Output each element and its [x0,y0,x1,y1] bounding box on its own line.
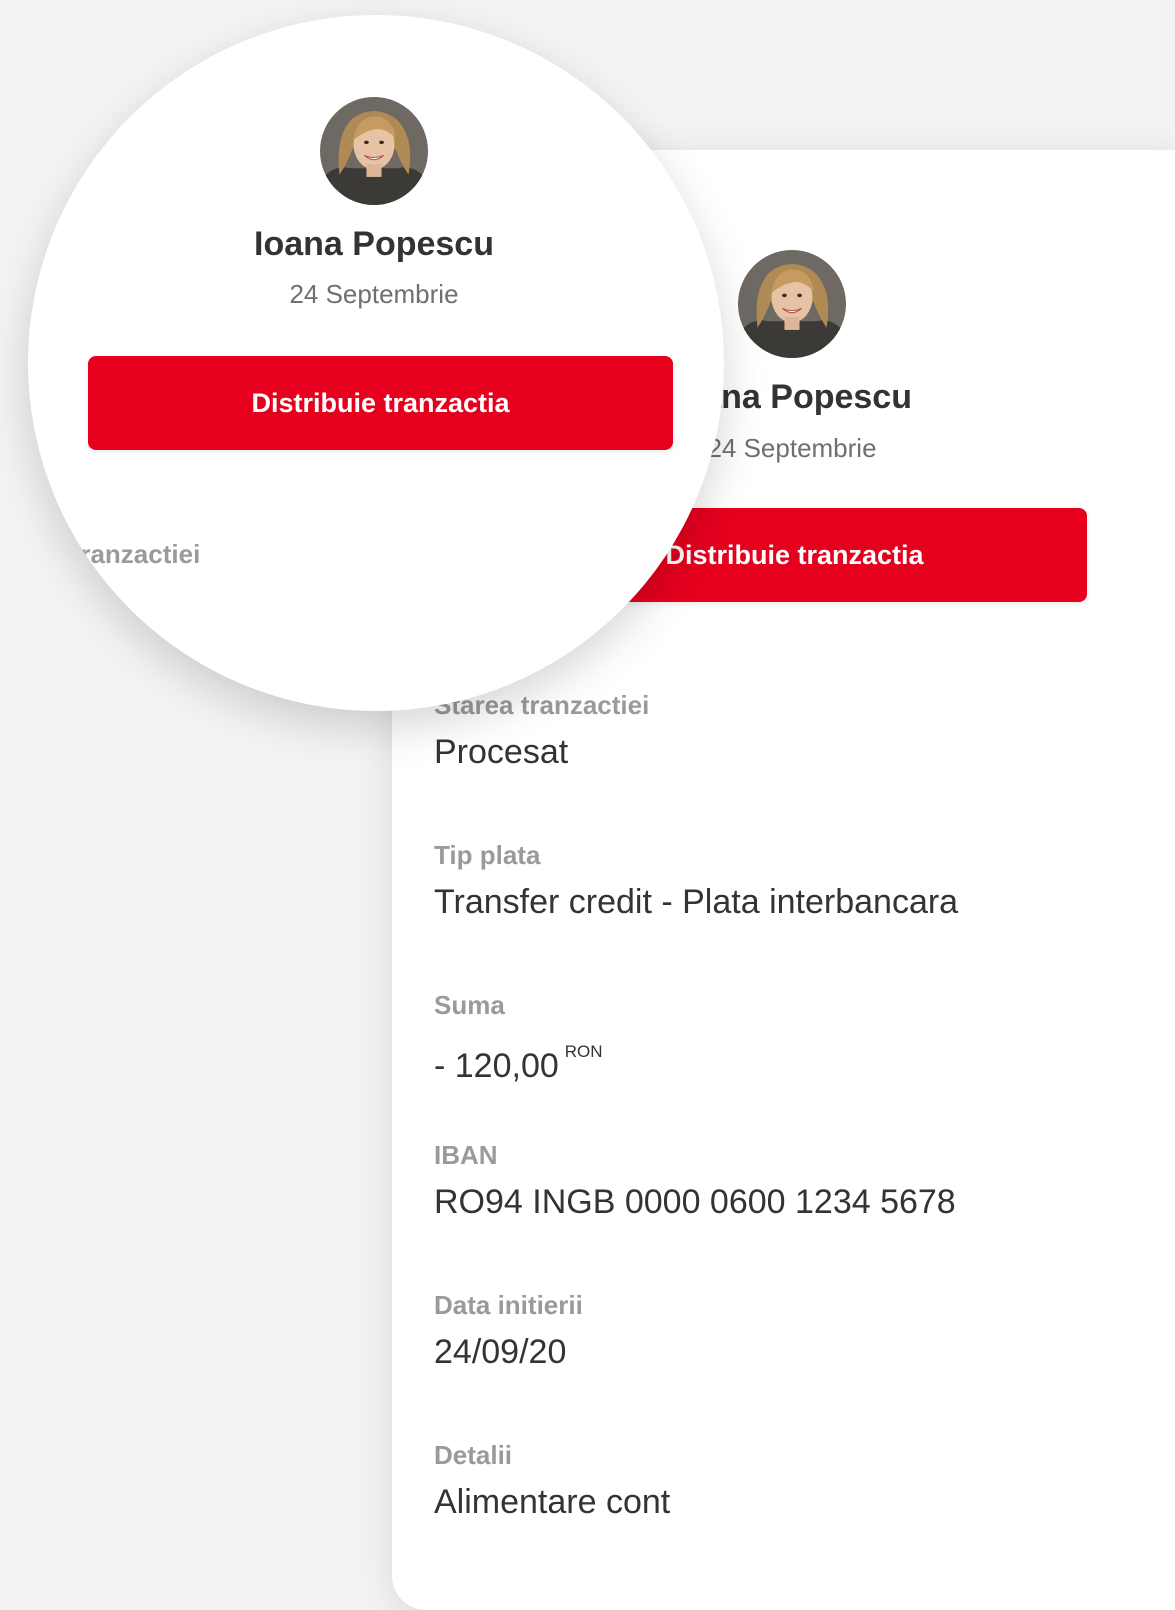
field-label: Data initierii [434,1290,583,1320]
field-value: 24/09/20 [434,1333,567,1371]
field-initiation-date: Data initierii 24/09/20 [434,1290,1154,1440]
field-label: Suma [434,990,505,1020]
field-value: Alimentare cont [434,1483,671,1521]
field-value: RO94 INGB 0000 0600 1234 5678 [434,1183,956,1221]
recipient-name: Ioana Popescu [254,225,494,263]
field-iban: IBAN RO94 INGB 0000 0600 1234 5678 [434,1140,1154,1290]
avatar [738,250,846,358]
field-status: Starea tranzactiei Procesat [434,690,1154,840]
magnifier-circle: Ioana Popescu 24 Septembrie Distribuie t… [28,15,724,711]
currency-label: RON [564,1042,603,1061]
avatar-photo-icon [320,97,428,205]
amount-row: - 120,00 RON [434,1032,1154,1086]
field-value: Procesat [434,733,569,771]
transaction-fields: Starea tranzactiei Procesat Tip plata Tr… [434,690,1154,1590]
field-amount: Suma - 120,00 RON [434,990,1154,1140]
field-label: IBAN [434,1140,498,1170]
field-label: a tranzactiei [50,539,201,569]
field-status: a tranzactiei at [50,539,450,621]
field-payment-type: Tip plata Transfer credit - Plata interb… [434,840,1154,990]
field-details: Detalii Alimentare cont [434,1440,1154,1590]
field-label: Starea tranzactiei [434,690,650,720]
field-label: Tip plata [434,840,541,870]
avatar-photo-icon [738,250,846,358]
field-value: Transfer credit - Plata interbancara [434,883,959,921]
avatar [320,97,428,205]
share-transaction-button[interactable]: Distribuie tranzactia [88,356,673,450]
amount-value: - 120,00 [434,1047,559,1085]
field-value: at [50,582,79,620]
field-label: Detalii [434,1440,513,1470]
transaction-date: 24 Septembrie [289,279,459,309]
